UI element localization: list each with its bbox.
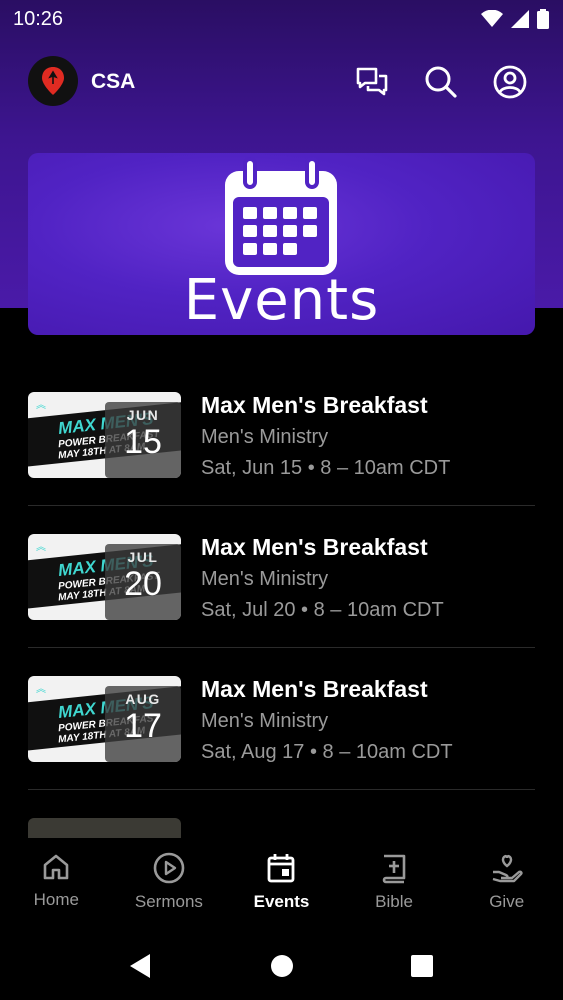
event-card[interactable]: ︽ MAX MEN'S POWER BREAKFAST MAY 18TH AT … [28, 648, 535, 790]
account-circle-icon [493, 65, 527, 99]
status-time: 10:26 [13, 8, 64, 30]
nav-label: Events [253, 892, 310, 911]
date-day: 20 [124, 565, 162, 603]
bible-icon [382, 854, 406, 884]
nav-label: Home [33, 890, 79, 909]
date-badge: JUN 15 [105, 402, 181, 478]
app-header: CSA [0, 56, 563, 108]
chevron-up-icon: ︽ [36, 684, 46, 695]
event-ministry: Men's Ministry [201, 426, 329, 448]
nav-sermons[interactable]: Sermons [113, 838, 226, 934]
home-icon [43, 854, 69, 880]
profile-button[interactable] [492, 64, 528, 100]
event-card[interactable]: ︽ MAX MEN'S POWER BREAKFAST MAY 18TH AT … [28, 364, 535, 506]
event-card[interactable]: ︽ MAX MEN'S POWER BREAKFAST MAY 18TH AT … [28, 506, 535, 648]
messages-button[interactable] [354, 64, 390, 100]
nav-events[interactable]: Events [225, 838, 338, 934]
event-thumbnail: ︽ MAX MEN'S POWER BREAKFAST MAY 18TH AT … [28, 392, 181, 478]
event-time: Sat, Jun 15 • 8 – 10am CDT [201, 457, 451, 479]
location-pin-logo-icon [42, 67, 64, 95]
event-thumbnail: ︽ MAX MEN'S POWER BREAKFAST MAY 18TH AT … [28, 534, 181, 620]
status-bar: 10:26 [0, 0, 563, 40]
chevron-up-icon: ︽ [36, 542, 46, 553]
nav-label: Give [489, 892, 525, 911]
event-ministry: Men's Ministry [201, 710, 329, 732]
chat-icon [356, 67, 388, 96]
calendar-icon [268, 854, 295, 883]
event-time: Sat, Aug 17 • 8 – 10am CDT [201, 741, 453, 763]
event-title: Max Men's Breakfast [201, 534, 428, 560]
event-ministry: Men's Ministry [201, 568, 329, 590]
nav-bible[interactable]: Bible [338, 838, 451, 934]
search-button[interactable] [423, 64, 459, 100]
nav-label: Bible [375, 892, 413, 911]
system-nav-bar [0, 934, 563, 1000]
date-badge: JUL 20 [105, 544, 181, 620]
date-month: AUG [125, 691, 161, 707]
wifi-icon [481, 10, 503, 27]
back-icon[interactable] [128, 952, 152, 980]
home-circle-icon[interactable] [270, 952, 294, 980]
event-title: Max Men's Breakfast [201, 676, 428, 702]
date-badge: AUG 17 [105, 686, 181, 762]
date-month: JUN [126, 407, 160, 423]
cellular-icon [511, 10, 529, 28]
nav-home[interactable]: Home [0, 838, 113, 934]
date-day: 17 [124, 707, 162, 745]
date-month: JUL [127, 549, 159, 565]
calendar-icon [225, 157, 337, 275]
status-icons [481, 9, 549, 29]
event-time: Sat, Jul 20 • 8 – 10am CDT [201, 599, 444, 621]
give-hand-heart-icon [492, 854, 523, 883]
event-thumbnail: ︽ MAX MEN'S POWER BREAKFAST MAY 18TH AT … [28, 676, 181, 762]
nav-give[interactable]: Give [450, 838, 563, 934]
event-thumbnail-partial[interactable] [28, 818, 181, 838]
recents-square-icon[interactable] [410, 952, 434, 980]
play-circle-icon [153, 852, 185, 884]
nav-label: Sermons [134, 892, 203, 911]
chevron-up-icon: ︽ [36, 400, 46, 411]
banner-title: Events [183, 268, 380, 333]
event-title: Max Men's Breakfast [201, 392, 428, 418]
brand-name: CSA [91, 70, 136, 93]
bottom-nav: Home Sermons Events Bible Give [0, 838, 563, 934]
battery-icon [537, 9, 549, 29]
date-day: 15 [124, 423, 162, 461]
church-logo[interactable] [28, 56, 78, 106]
event-list: ︽ MAX MEN'S POWER BREAKFAST MAY 18TH AT … [28, 364, 535, 790]
search-icon [425, 66, 457, 98]
